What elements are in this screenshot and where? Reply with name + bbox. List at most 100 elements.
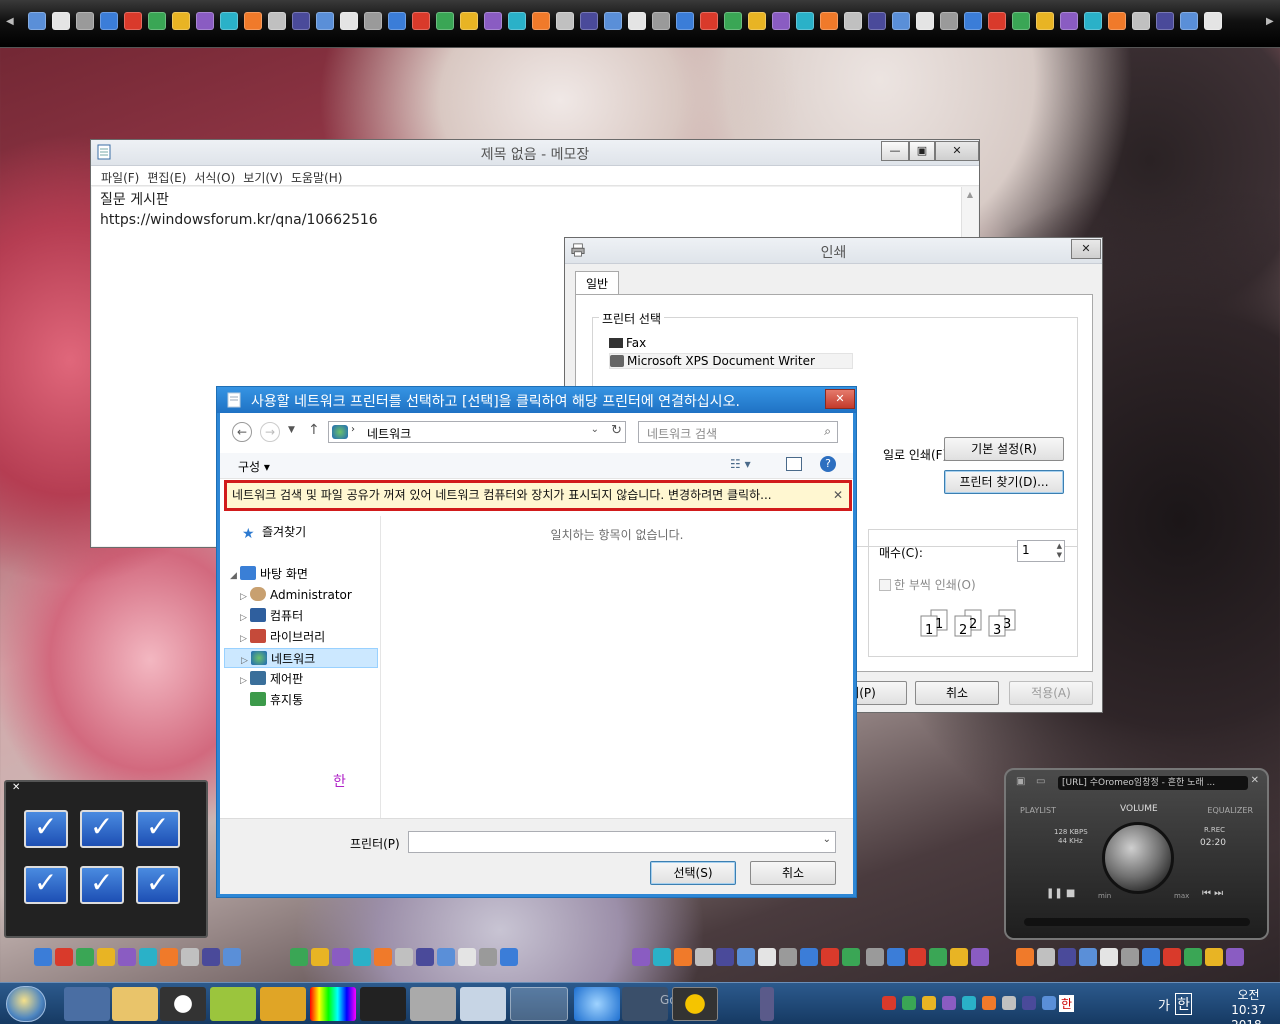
forward-icon[interactable]: →: [260, 422, 280, 442]
tree-item-desktop[interactable]: ◢ 바탕 화면: [230, 564, 308, 584]
app-launcher-icon[interactable]: [416, 948, 434, 966]
app-launcher-icon[interactable]: [652, 12, 670, 30]
app-launcher-icon[interactable]: [181, 948, 199, 966]
menu-help[interactable]: 도움말(H): [287, 166, 347, 185]
scroll-up-icon[interactable]: ▲: [962, 187, 978, 199]
tray-icon[interactable]: [962, 996, 976, 1010]
app-launcher-icon[interactable]: [695, 948, 713, 966]
tree-item-administrator[interactable]: ▷ Administrator: [240, 585, 352, 605]
expand-arrow-icon[interactable]: ▷: [240, 587, 250, 607]
app-launcher-icon[interactable]: [139, 948, 157, 966]
media-player-icon[interactable]: [160, 987, 206, 1021]
search-box[interactable]: 네트워크 검색 ⌕: [638, 421, 838, 443]
tray-icon[interactable]: [902, 996, 916, 1010]
app-launcher-icon[interactable]: [772, 12, 790, 30]
expand-arrow-icon[interactable]: ▷: [240, 608, 250, 628]
gom-player-icon[interactable]: [672, 987, 718, 1021]
app-launcher-icon[interactable]: [796, 12, 814, 30]
app-launcher-icon[interactable]: [290, 948, 308, 966]
app-launcher-icon[interactable]: [556, 12, 574, 30]
app-launcher-icon[interactable]: [1184, 948, 1202, 966]
grip-right-icon[interactable]: ▶: [1266, 16, 1274, 30]
app-launcher-icon[interactable]: [866, 948, 884, 966]
app-launcher-icon[interactable]: [1037, 948, 1055, 966]
app-launcher-icon[interactable]: [916, 12, 934, 30]
app-launcher-icon[interactable]: [653, 948, 671, 966]
language-indicator[interactable]: 가: [1158, 995, 1170, 1014]
app-launcher-icon[interactable]: [388, 12, 406, 30]
search-icon[interactable]: ⌕: [824, 424, 831, 439]
app-launcher-icon[interactable]: [676, 12, 694, 30]
app-launcher-icon[interactable]: [1204, 12, 1222, 30]
app-launcher-icon[interactable]: [632, 948, 650, 966]
organize-button[interactable]: 구성 ▾: [238, 458, 270, 475]
app-launcher-icon[interactable]: [395, 948, 413, 966]
back-icon[interactable]: ←: [232, 422, 252, 442]
seek-bar[interactable]: [1024, 918, 1250, 926]
grip-left-icon[interactable]: ◀: [6, 16, 14, 30]
monitor-icon[interactable]: [24, 810, 68, 848]
app-launcher-icon[interactable]: [364, 12, 382, 30]
monitor-app-icon[interactable]: [360, 987, 406, 1021]
app-launcher-icon[interactable]: [436, 12, 454, 30]
app-launcher-icon[interactable]: [97, 948, 115, 966]
pause-icon[interactable]: ❚❚ ■: [1046, 888, 1075, 899]
app-launcher-icon[interactable]: [332, 948, 350, 966]
app-launcher-icon[interactable]: [412, 12, 430, 30]
skip-icon[interactable]: ⏮ ⏭: [1202, 888, 1223, 899]
task-manager-icon[interactable]: [460, 987, 506, 1021]
app-launcher-icon[interactable]: [628, 12, 646, 30]
close-icon[interactable]: ✕: [1251, 775, 1259, 786]
network-dialog-titlebar[interactable]: 사용할 네트워크 프린터를 선택하고 [선택]을 클릭하여 해당 프린터에 연결…: [217, 387, 856, 413]
menu-format[interactable]: 서식(O): [190, 166, 239, 185]
app-launcher-icon[interactable]: [964, 12, 982, 30]
printer-item-xps[interactable]: Microsoft XPS Document Writer: [609, 353, 853, 369]
tray-icon[interactable]: [882, 996, 896, 1010]
app-launcher-icon[interactable]: [604, 12, 622, 30]
menu-edit[interactable]: 편집(E): [143, 166, 190, 185]
clock[interactable]: 오전 10:37 2018-09-29: [1231, 988, 1266, 1024]
tray-icon[interactable]: [1022, 996, 1036, 1010]
app-launcher-icon[interactable]: [950, 948, 968, 966]
app-launcher-icon[interactable]: [437, 948, 455, 966]
playlist-label[interactable]: PLAYLIST: [1020, 806, 1056, 815]
app-launcher-icon[interactable]: [844, 12, 862, 30]
taskbar-app-icon[interactable]: [260, 987, 306, 1021]
expand-arrow-icon[interactable]: ▷: [240, 671, 250, 691]
ime-indicator[interactable]: 한: [1058, 995, 1074, 1012]
tree-item-recycle-bin[interactable]: 휴지통: [250, 690, 303, 710]
app-launcher-icon[interactable]: [821, 948, 839, 966]
tree-item-libraries[interactable]: ▷ 라이브러리: [240, 627, 325, 647]
address-dropdown-icon[interactable]: ⌄: [591, 424, 599, 435]
app-launcher-icon[interactable]: [311, 948, 329, 966]
app-launcher-icon[interactable]: [1205, 948, 1223, 966]
start-button[interactable]: [6, 986, 46, 1022]
collate-checkbox[interactable]: 한 부씩 인쇄(O): [879, 576, 976, 593]
expand-arrow-icon[interactable]: ▷: [240, 629, 250, 649]
app-launcher-icon[interactable]: [700, 12, 718, 30]
explorer-app-icon[interactable]: Gom: [622, 987, 688, 1021]
tray-icon[interactable]: [1002, 996, 1016, 1010]
apply-button[interactable]: 적용(A): [1009, 681, 1093, 705]
spinner-arrows-icon[interactable]: ▲ ▼: [1057, 542, 1062, 560]
app-launcher-icon[interactable]: [1180, 12, 1198, 30]
app-launcher-icon[interactable]: [100, 12, 118, 30]
app-launcher-icon[interactable]: [76, 12, 94, 30]
app-launcher-icon[interactable]: [292, 12, 310, 30]
app-launcher-icon[interactable]: [1156, 12, 1174, 30]
select-button[interactable]: 선택(S): [650, 861, 736, 885]
app-launcher-icon[interactable]: [1121, 948, 1139, 966]
tree-item-control-panel[interactable]: ▷ 제어판: [240, 669, 303, 689]
menu-view[interactable]: 보기(V): [239, 166, 287, 185]
app-launcher-icon[interactable]: [1132, 12, 1150, 30]
app-launcher-icon[interactable]: [988, 12, 1006, 30]
monitor-icon[interactable]: [24, 866, 68, 904]
app-launcher-icon[interactable]: [508, 12, 526, 30]
printer-item-fax[interactable]: Fax: [609, 336, 646, 350]
taskbar-app-icon[interactable]: [760, 987, 774, 1021]
app-launcher-icon[interactable]: [887, 948, 905, 966]
expand-arrow-icon[interactable]: ◢: [230, 566, 240, 586]
app-launcher-icon[interactable]: [820, 12, 838, 30]
preferences-button[interactable]: 기본 설정(R): [944, 437, 1064, 461]
copies-spinner[interactable]: 1 ▲ ▼: [1017, 540, 1065, 562]
